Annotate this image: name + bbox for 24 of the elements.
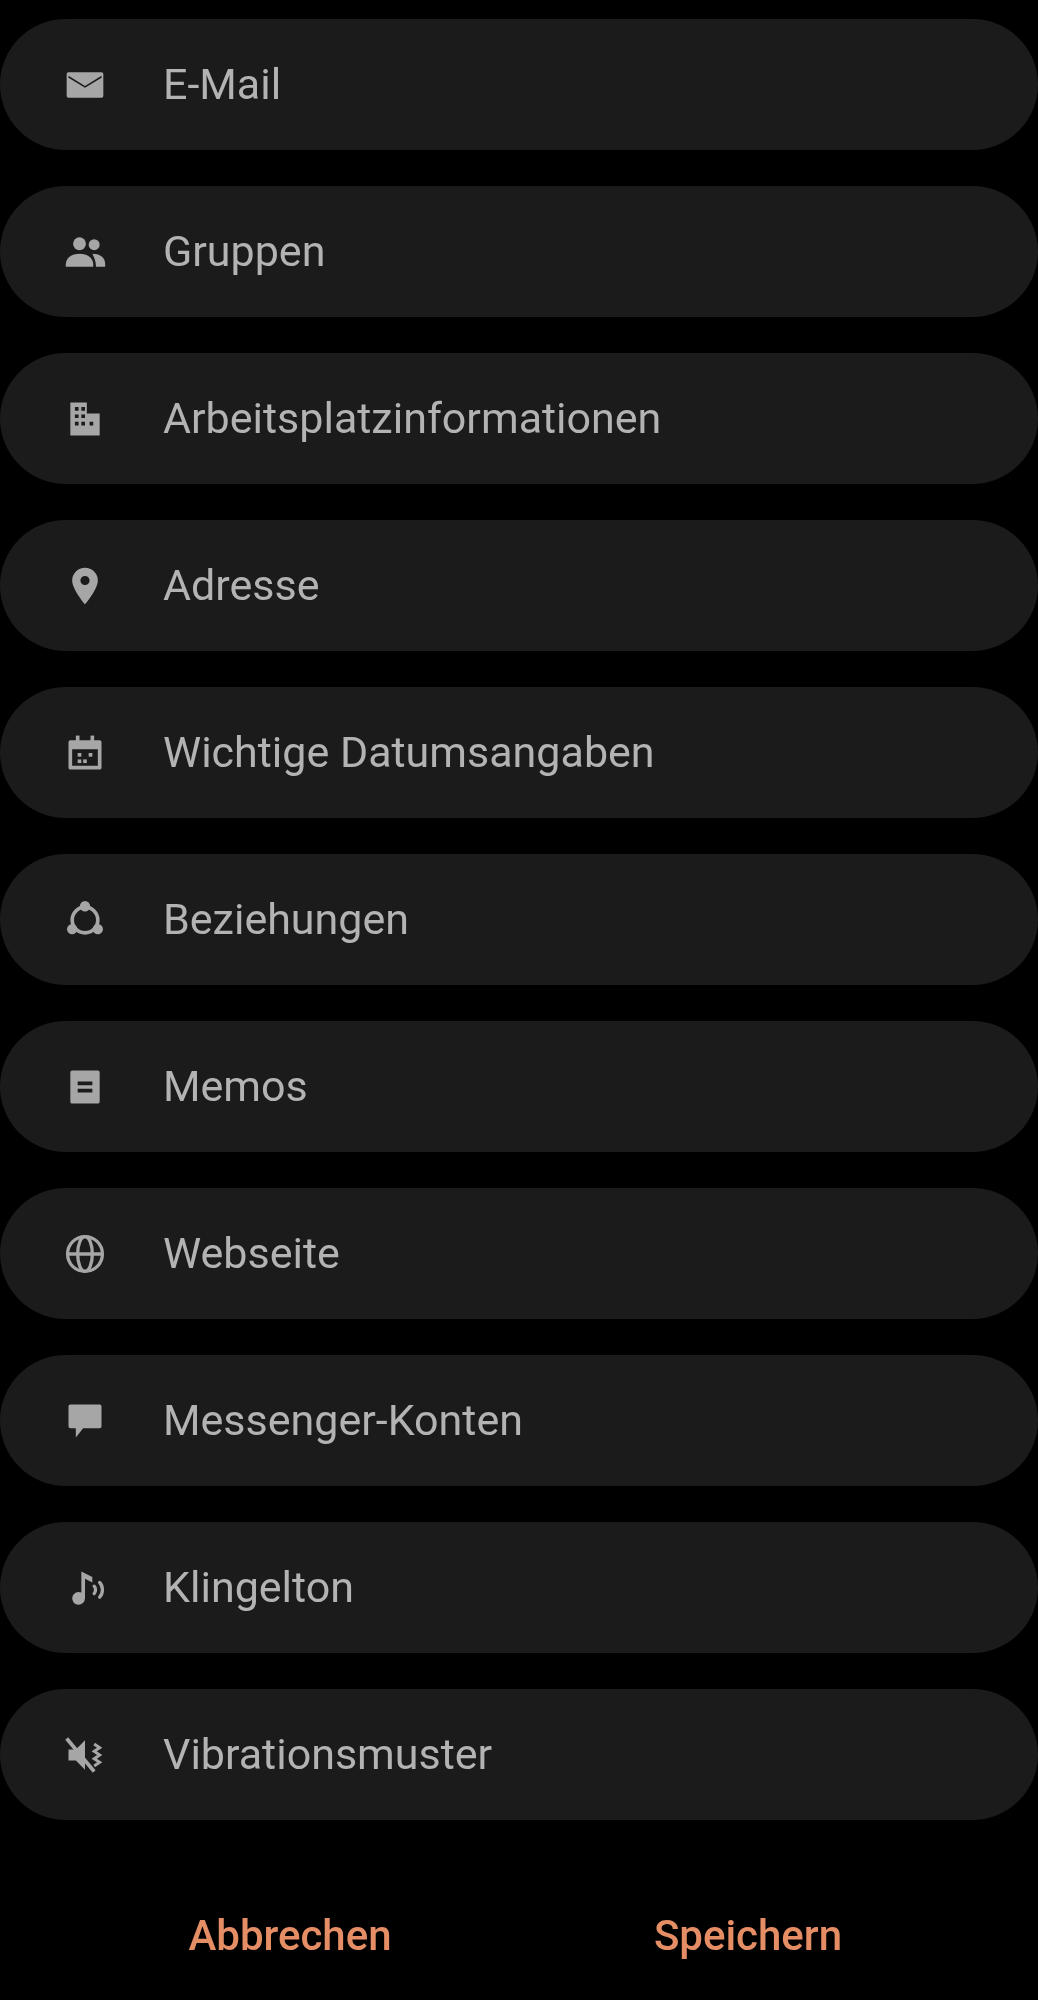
action-button[interactable]: Abbrechen [172,1896,408,1975]
field-label: Webseite [163,1227,340,1281]
field-label: Klingelton [163,1561,354,1615]
field-label: Vibrationsmuster [163,1728,493,1782]
field-label: Messenger-Konten [163,1394,523,1448]
action-button[interactable]: Speichern [637,1896,859,1975]
field-label: Gruppen [163,225,326,279]
field-label: Memos [163,1060,308,1114]
field-label: Beziehungen [163,893,409,947]
field-row[interactable]: Beziehungen [0,854,1038,985]
field-row[interactable]: Gruppen [0,186,1038,317]
field-row[interactable]: Webseite [0,1188,1038,1319]
field-row[interactable]: Wichtige Datumsangaben [0,687,1038,818]
field-row[interactable]: Messenger-Konten [0,1355,1038,1486]
field-label: Arbeitsplatzinformationen [163,392,662,446]
field-row[interactable]: Adresse [0,520,1038,651]
field-row[interactable]: Klingelton [0,1522,1038,1653]
field-label: Wichtige Datumsangaben [163,726,655,780]
field-label: E-Mail [163,58,282,112]
field-row[interactable]: Vibrationsmuster [0,1689,1038,1820]
field-label: Adresse [163,559,320,613]
field-row[interactable]: Arbeitsplatzinformationen [0,353,1038,484]
field-row[interactable]: Memos [0,1021,1038,1152]
field-row[interactable]: E-Mail [0,19,1038,150]
